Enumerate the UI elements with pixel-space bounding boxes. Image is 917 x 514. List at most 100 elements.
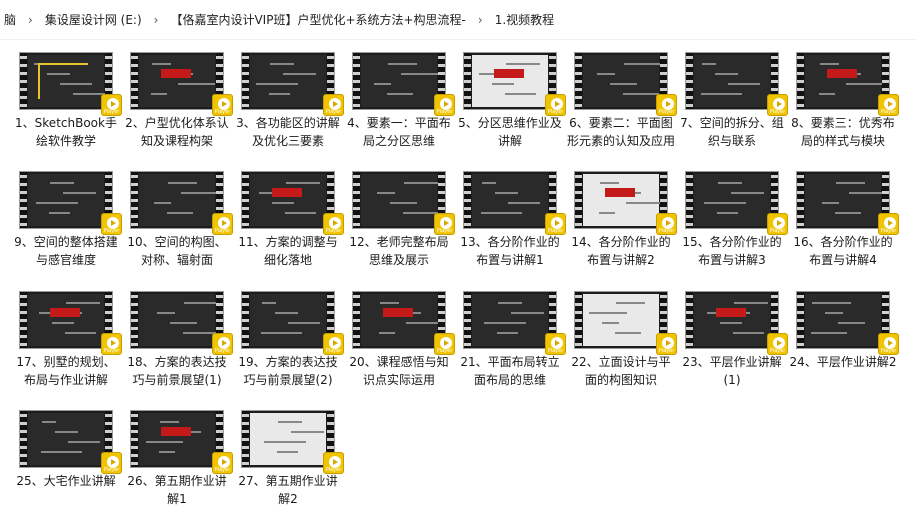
film-strip-icon [575,53,582,109]
video-file-name: 12、老师完整布局思维及展示 [349,235,449,267]
film-strip-icon [464,292,471,348]
thumbnail-frame [361,55,439,107]
thumbnail-frame [472,55,548,107]
thumbnail-frame [805,294,881,346]
video-file-name: 1、SketchBook手绘软件教学 [15,116,117,148]
thumbnail-frame [805,55,883,107]
video-file-name: 2、户型优化体系认知及课程构架 [125,116,229,148]
player-badge-icon: Player [323,452,344,474]
film-strip-icon [464,172,471,228]
video-file-name: 13、各分阶作业的布置与讲解1 [460,235,560,267]
player-badge-icon: Player [101,94,122,116]
film-strip-icon [353,172,360,228]
thumbnail-frame [250,413,326,465]
video-thumbnail [352,52,446,110]
film-strip-icon [575,172,582,228]
video-thumbnail [130,171,224,229]
player-badge-icon: Player [323,213,344,235]
video-thumbnail [241,171,335,229]
video-file-name: 16、各分阶作业的布置与讲解4 [793,235,893,267]
video-thumbnail [685,52,779,110]
video-file-name: 21、平面布局转立面布局的思维 [460,355,560,387]
video-thumbnail [19,410,113,468]
video-file-name: 26、第五期作业讲解1 [127,474,227,506]
thumbnail-frame [583,174,663,226]
video-thumbnail [241,52,335,110]
video-file-name: 19、方案的表达技巧与前景展望(2) [238,355,338,387]
film-strip-icon [797,53,804,109]
player-badge-icon: Player [323,94,344,116]
film-strip-icon [131,411,138,467]
video-file-name: 27、第五期作业讲解2 [238,474,338,506]
film-strip-icon [797,172,804,228]
film-strip-icon [464,53,471,109]
thumbnail-frame [28,294,104,346]
video-file-name: 22、立面设计与平面的构图知识 [571,355,671,387]
video-file-name: 18、方案的表达技巧与前景展望(1) [127,355,227,387]
video-thumbnail [19,291,113,349]
film-strip-icon [20,292,27,348]
video-file-name: 15、各分阶作业的布置与讲解3 [682,235,782,267]
thumbnail-frame [28,413,104,465]
video-thumbnail [130,410,224,468]
thumbnail-frame [583,55,663,107]
video-file-name: 7、空间的拆分、组织与联系 [680,116,784,148]
player-badge-icon: Player [434,333,455,355]
video-file-name: 8、要素三：优秀布局的样式与模块 [791,116,895,148]
thumbnail-frame [28,174,104,226]
video-file-name: 3、各功能区的讲解及优化三要素 [236,116,340,148]
thumbnail-frame [250,55,326,107]
video-thumbnail [19,52,113,110]
video-thumbnail [130,291,224,349]
film-strip-icon [20,53,27,109]
thumbnail-frame [250,174,326,226]
player-badge-icon: Player [656,333,677,355]
film-strip-icon [686,292,693,348]
player-badge-icon: Player [434,94,455,116]
thumbnail-frame [694,294,770,346]
video-file-name: 14、各分阶作业的布置与讲解2 [571,235,671,267]
player-badge-icon: Player [656,94,677,116]
thumbnail-frame [139,174,219,226]
thumbnail-frame [361,294,443,346]
video-thumbnail [463,291,557,349]
thumbnail-frame [472,174,548,226]
player-badge-icon: Player [545,213,566,235]
player-badge-icon: Player [767,213,788,235]
video-file-name: 9、空间的整体搭建与感官维度 [14,235,118,267]
film-strip-icon [686,53,693,109]
player-badge-icon: Player [878,213,899,235]
player-badge-icon: Player [767,333,788,355]
player-badge-icon: Player [212,333,233,355]
film-strip-icon [353,53,360,109]
thumbnail-frame [694,174,770,226]
player-badge-icon: Player [212,452,233,474]
thumbnail-frame [472,294,548,346]
video-thumbnail [241,410,335,468]
video-thumbnail [574,291,668,349]
film-strip-icon [686,172,693,228]
film-strip-icon [131,53,138,109]
film-strip-icon [20,411,27,467]
video-file-name: 20、课程感悟与知识点实际运用 [349,355,449,387]
player-badge-icon: Player [656,213,677,235]
video-file-name: 23、平层作业讲解 (1) [682,355,782,387]
player-badge-icon: Player [212,94,233,116]
player-badge-icon: Player [101,333,122,355]
video-thumbnail [685,171,779,229]
thumbnail-frame [139,294,223,346]
thumbnail-frame [583,294,659,346]
video-thumbnail [352,291,446,349]
video-file-name: 25、大宅作业讲解 [16,474,116,488]
video-thumbnail [19,171,113,229]
video-thumbnail [463,52,557,110]
video-thumbnail [352,171,446,229]
video-thumbnail [796,52,890,110]
thumbnail-frame [361,174,443,226]
film-strip-icon [20,172,27,228]
thumbnail-frame [28,55,112,107]
player-badge-icon: Player [212,213,233,235]
video-file-name: 6、要素二：平面图形元素的认知及应用 [566,116,675,148]
player-badge-icon: Player [878,94,899,116]
player-badge-icon: Player [101,452,122,474]
